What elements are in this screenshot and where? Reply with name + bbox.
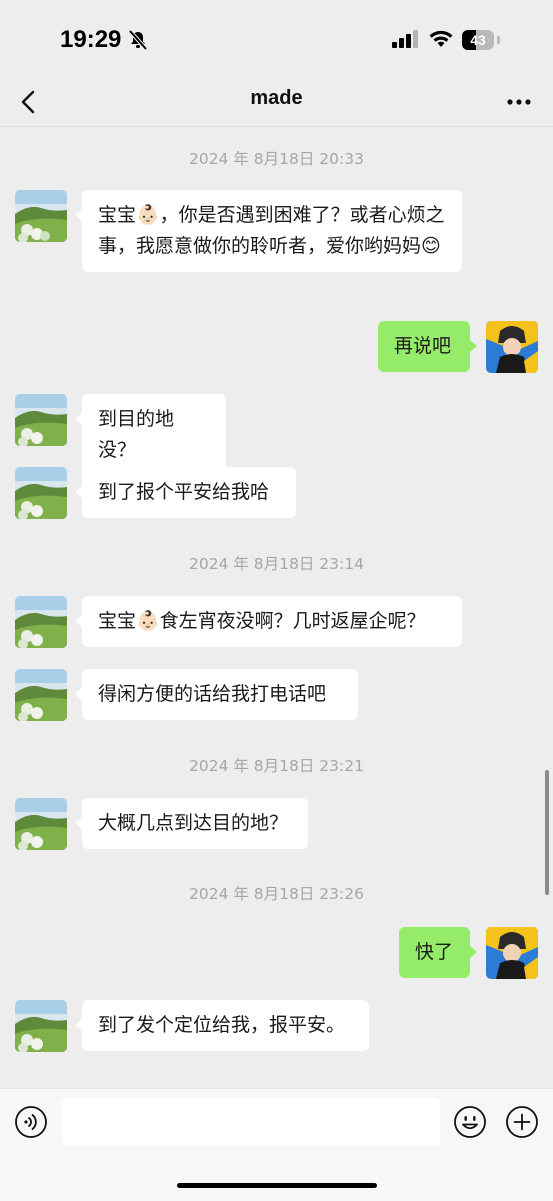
message-list[interactable]: 2024 年 8月18日 20:33 宝宝👶🏻，你是否遇到困难了？或者心烦之事，… bbox=[0, 127, 553, 1087]
more-dots-icon[interactable] bbox=[506, 92, 532, 112]
timestamp: 2024 年 8月18日 23:21 bbox=[189, 757, 364, 775]
incoming-message[interactable]: 到目的地没？ bbox=[75, 394, 226, 476]
contact-avatar[interactable] bbox=[15, 1000, 67, 1052]
battery-icon: 43 bbox=[462, 30, 494, 50]
incoming-message[interactable]: 到了报个平安给我哈 bbox=[75, 467, 296, 518]
battery-cap bbox=[497, 36, 500, 44]
emoji-icon[interactable] bbox=[453, 1105, 487, 1139]
battery-percentage: 43 bbox=[470, 32, 486, 48]
timestamp: 2024 年 8月18日 23:14 bbox=[189, 555, 364, 573]
outgoing-message[interactable]: 再说吧 bbox=[378, 321, 477, 372]
incoming-message[interactable]: 大概几点到达目的地？ bbox=[75, 798, 308, 849]
scrollbar[interactable] bbox=[545, 770, 549, 895]
contact-avatar[interactable] bbox=[15, 190, 67, 242]
plus-icon[interactable] bbox=[505, 1105, 539, 1139]
input-bar bbox=[0, 1088, 553, 1201]
my-avatar[interactable] bbox=[486, 321, 538, 373]
incoming-message[interactable]: 宝宝👶🏻，你是否遇到困难了？或者心烦之事，我愿意做你的聆听者，爱你哟妈妈😊 bbox=[75, 190, 462, 272]
chat-title: made bbox=[250, 87, 303, 109]
contact-avatar[interactable] bbox=[15, 798, 67, 850]
contact-avatar[interactable] bbox=[15, 394, 67, 446]
timestamp: 2024 年 8月18日 23:26 bbox=[189, 885, 364, 903]
contact-avatar[interactable] bbox=[15, 467, 67, 519]
incoming-message[interactable]: 得闲方便的话给我打电话吧 bbox=[75, 669, 358, 720]
contact-avatar[interactable] bbox=[15, 669, 67, 721]
contact-avatar[interactable] bbox=[15, 596, 67, 648]
incoming-message[interactable]: 到了发个定位给我，报平安。 bbox=[75, 1000, 369, 1051]
status-time: 19:29 bbox=[60, 26, 122, 53]
status-bar: 19:29 43 bbox=[0, 0, 553, 80]
bell-slash-icon bbox=[128, 29, 148, 54]
timestamp: 2024 年 8月18日 20:33 bbox=[189, 150, 364, 168]
voice-icon[interactable] bbox=[14, 1105, 48, 1139]
my-avatar[interactable] bbox=[486, 927, 538, 979]
chat-header: made bbox=[0, 78, 553, 127]
home-indicator bbox=[177, 1183, 377, 1188]
incoming-message[interactable]: 宝宝👶🏻食左宵夜没啊？几时返屋企呢？ bbox=[75, 596, 462, 647]
message-input[interactable] bbox=[62, 1098, 440, 1146]
wifi-icon bbox=[428, 28, 454, 52]
signal-icon bbox=[392, 30, 420, 52]
outgoing-message[interactable]: 快了 bbox=[399, 927, 477, 978]
